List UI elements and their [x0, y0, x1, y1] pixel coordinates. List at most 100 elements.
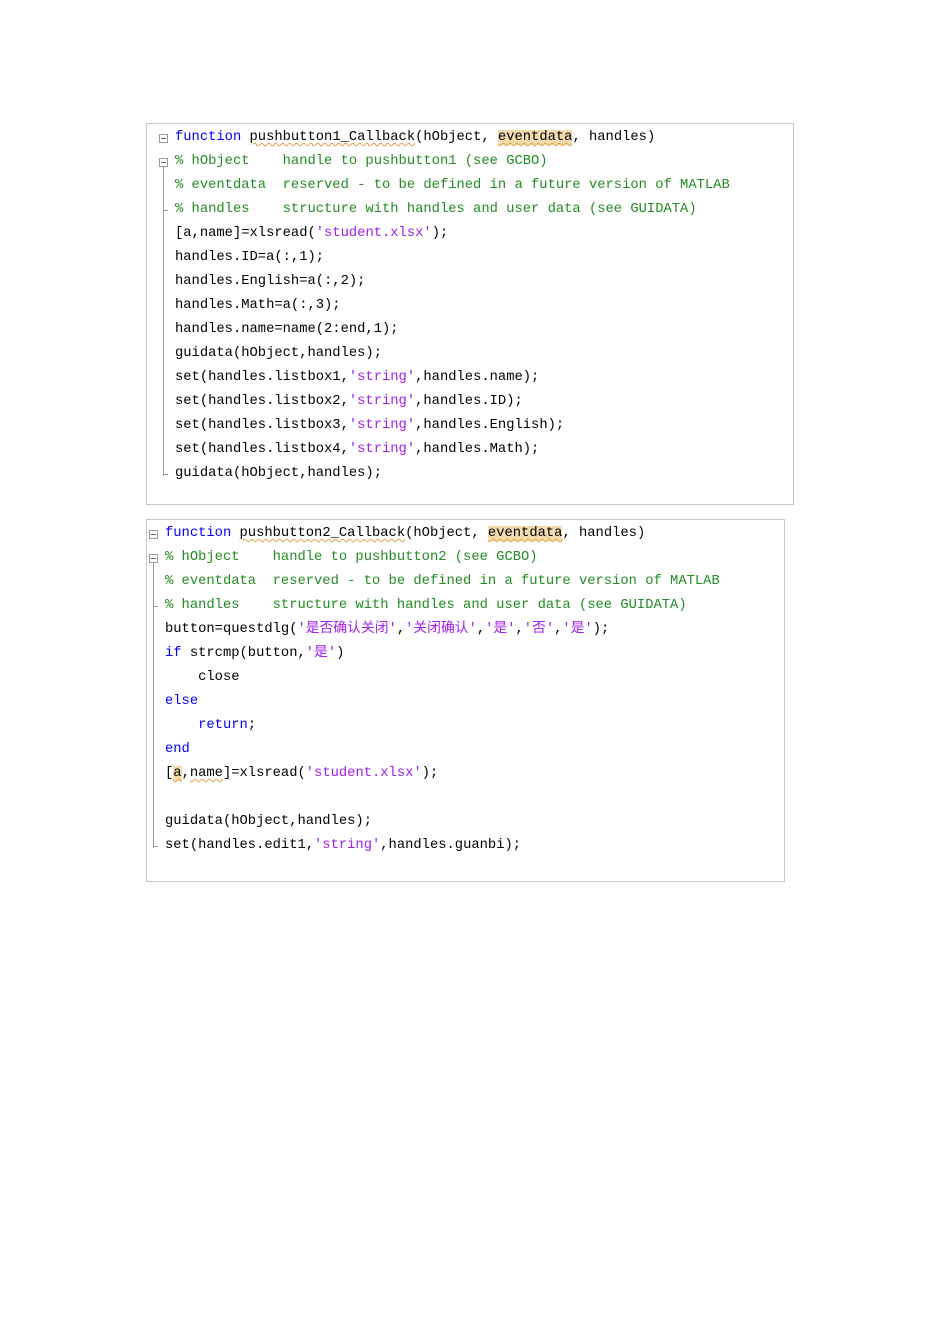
code-token: ,: [476, 622, 486, 637]
string-literal-token: '是': [305, 646, 337, 661]
fold-comment-icon[interactable]: [149, 554, 158, 563]
fold-guide-line: [163, 167, 164, 476]
code-token: handles.ID=a(:,1);: [175, 250, 325, 265]
code-line: guidata(hObject,handles);: [175, 462, 382, 486]
string-literal-token: '是否确认关闭': [297, 622, 397, 637]
code-panel-pushbutton1: function pushbutton1_Callback(hObject, e…: [146, 123, 794, 505]
fold-function-icon[interactable]: [159, 134, 168, 143]
code-line: [a,name]=xlsread('student.xlsx');: [175, 222, 448, 246]
code-token: ]=xlsread(: [222, 766, 306, 781]
fold-end-mark: [163, 474, 168, 475]
keyword-token: else: [165, 694, 199, 709]
fold-end-mark: [153, 606, 158, 607]
code-token: strcmp(button,: [181, 646, 306, 661]
string-literal-token: '是': [562, 622, 593, 637]
keyword-token: function: [165, 526, 232, 541]
keyword-token: function: [175, 130, 242, 145]
keyword-token: if: [165, 646, 182, 661]
code-line: handles.ID=a(:,1);: [175, 246, 324, 270]
comment-token: % eventdata reserved - to be defined in …: [175, 178, 730, 193]
code-line: % hObject handle to pushbutton1 (see GCB…: [175, 150, 548, 174]
code-line: else: [165, 690, 198, 714]
comment-token: % handles structure with handles and use…: [175, 202, 697, 217]
string-literal-token: 'string': [348, 370, 416, 385]
code-line: set(handles.listbox3,'string',handles.En…: [175, 414, 564, 438]
fold-end-mark: [163, 210, 168, 211]
code-token: handles.name=name(2:end,1);: [175, 322, 399, 337]
code-token: );: [421, 766, 439, 781]
code-line: return;: [165, 714, 256, 738]
code-token: (hObject,: [405, 526, 488, 541]
code-token: guidata(hObject,handles);: [165, 814, 372, 829]
code-line: % handles structure with handles and use…: [165, 594, 687, 618]
keyword-token: return: [198, 718, 248, 733]
identifier-token: pushbutton2_Callback: [239, 526, 406, 541]
code-token: (hObject,: [415, 130, 498, 145]
code-line: % eventdata reserved - to be defined in …: [165, 570, 720, 594]
code-token: set(handles.edit1,: [165, 838, 315, 853]
code-token: );: [431, 226, 449, 241]
code-line: handles.Math=a(:,3);: [175, 294, 341, 318]
keyword-token: end: [165, 742, 190, 757]
code-token: ,handles.English);: [415, 418, 565, 433]
code-line: set(handles.listbox2,'string',handles.ID…: [175, 390, 523, 414]
code-token: ;: [247, 718, 257, 733]
comment-token: % eventdata reserved - to be defined in …: [165, 574, 720, 589]
code-token: );: [592, 622, 610, 637]
code-line: close: [165, 666, 239, 690]
identifier-token: a: [173, 766, 182, 781]
code-line: [a,name]=xlsread('student.xlsx');: [165, 762, 438, 786]
comment-token: % hObject handle to pushbutton1 (see GCB…: [175, 154, 548, 169]
code-line: function pushbutton1_Callback(hObject, e…: [175, 126, 655, 150]
identifier-token: name: [189, 766, 223, 781]
code-line: guidata(hObject,handles);: [175, 342, 382, 366]
code-line: % eventdata reserved - to be defined in …: [175, 174, 730, 198]
code-line: if strcmp(button,'是'): [165, 642, 344, 666]
identifier-token: pushbutton1_Callback: [249, 130, 416, 145]
code-token: set(handles.listbox4,: [175, 442, 349, 457]
string-literal-token: 'string': [314, 838, 381, 853]
code-token: ,: [181, 766, 190, 781]
fold-function-icon[interactable]: [149, 530, 158, 539]
code-token: set(handles.listbox3,: [175, 418, 349, 433]
code-token: handles.Math=a(:,3);: [175, 298, 341, 313]
comment-token: % handles structure with handles and use…: [165, 598, 687, 613]
code-token: [a,name]=xlsread(: [175, 226, 316, 241]
code-line: function pushbutton2_Callback(hObject, e…: [165, 522, 645, 546]
string-literal-token: '否': [523, 622, 555, 637]
code-token: ,: [396, 622, 406, 637]
identifier-token: eventdata: [497, 130, 573, 145]
string-literal-token: 'string': [348, 442, 416, 457]
string-literal-token: '是': [485, 622, 516, 637]
code-line: set(handles.listbox4,'string',handles.Ma…: [175, 438, 539, 462]
code-line: % hObject handle to pushbutton2 (see GCB…: [165, 546, 538, 570]
code-token: , handles): [572, 130, 656, 145]
code-line: % handles structure with handles and use…: [175, 198, 697, 222]
code-line: button=questdlg('是否确认关闭','关闭确认','是','否',…: [165, 618, 609, 642]
string-literal-token: 'student.xlsx': [305, 766, 422, 781]
code-token: handles.English=a(:,2);: [175, 274, 366, 289]
code-line: end: [165, 738, 190, 762]
code-token: set(handles.listbox2,: [175, 394, 349, 409]
code-line: handles.English=a(:,2);: [175, 270, 365, 294]
code-line: handles.name=name(2:end,1);: [175, 318, 399, 342]
code-token: ,handles.Math);: [415, 442, 540, 457]
code-token: ,: [515, 622, 524, 637]
code-token: guidata(hObject,handles);: [175, 466, 382, 481]
code-token: set(handles.listbox1,: [175, 370, 349, 385]
code-token: ,handles.guanbi);: [380, 838, 522, 853]
code-line: set(handles.listbox1,'string',handles.na…: [175, 366, 539, 390]
string-literal-token: 'student.xlsx': [315, 226, 432, 241]
fold-end-mark: [153, 846, 158, 847]
code-panel-pushbutton2: function pushbutton2_Callback(hObject, e…: [146, 519, 785, 882]
code-token: ,handles.ID);: [415, 394, 523, 409]
code-token: guidata(hObject,handles);: [175, 346, 382, 361]
code-line: guidata(hObject,handles);: [165, 810, 372, 834]
identifier-token: eventdata: [487, 526, 563, 541]
fold-comment-icon[interactable]: [159, 158, 168, 167]
code-token: ,handles.name);: [415, 370, 540, 385]
string-literal-token: 'string': [348, 394, 416, 409]
